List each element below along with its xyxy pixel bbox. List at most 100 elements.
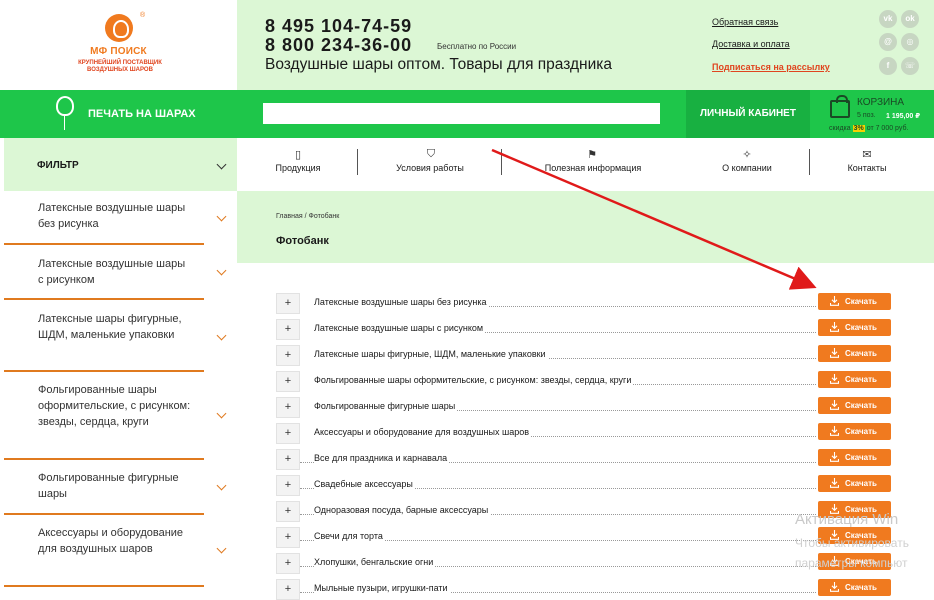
cart-discount: скидка 3% от 7 000 руб. xyxy=(829,125,909,132)
slogan: Воздушные шары оптом. Товары для праздни… xyxy=(265,56,613,73)
balloon-logo-icon xyxy=(105,14,133,42)
viber-icon[interactable]: ☏ xyxy=(901,57,919,75)
list-item[interactable]: + Все для праздника и карнавала Скачать xyxy=(276,449,892,473)
download-button[interactable]: Скачать xyxy=(818,293,891,310)
phone-moscow[interactable]: 8 495 104-74-59 xyxy=(265,16,412,37)
chevron-down-icon[interactable] xyxy=(216,480,227,491)
list-item-label[interactable]: Все для праздника и карнавала xyxy=(314,453,450,463)
site-header: ® МФ ПОИСК КРУПНЕЙШИЙ ПОСТАВЩИК ВОЗДУШНЫ… xyxy=(0,0,934,90)
print-on-balloons-label[interactable]: ПЕЧАТЬ НА ШАРАХ xyxy=(88,108,196,120)
list-item-label[interactable]: Свечи для торта xyxy=(314,531,385,541)
odnoklassniki-icon[interactable]: ok xyxy=(901,10,919,28)
list-item-label[interactable]: Хлопушки, бенгальские огни xyxy=(314,557,436,567)
shield-icon: ⛉ xyxy=(426,148,436,160)
expand-button[interactable]: + xyxy=(276,371,300,392)
menu-contacts[interactable]: Контакты xyxy=(842,163,892,173)
cart-sum: 1 195,00 ₽ xyxy=(886,113,921,120)
vk-icon[interactable]: vk xyxy=(879,10,897,28)
breadcrumb: Главная / Фотобанк xyxy=(276,213,340,220)
download-button[interactable]: Скачать xyxy=(818,423,891,440)
download-label: Скачать xyxy=(845,297,877,306)
list-item-label[interactable]: Латексные воздушные шары с рисунком xyxy=(314,323,486,333)
page-title: Фотобанк xyxy=(276,235,329,247)
chevron-down-icon[interactable] xyxy=(216,330,227,341)
facebook-icon[interactable]: f xyxy=(879,57,897,75)
breadcrumb-home[interactable]: Главная xyxy=(276,213,303,220)
list-item-label[interactable]: Фольгированные фигурные шары xyxy=(314,401,458,411)
download-button[interactable]: Скачать xyxy=(818,475,891,492)
expand-button[interactable]: + xyxy=(276,345,300,366)
expand-button[interactable]: + xyxy=(276,501,300,522)
download-button[interactable]: Скачать xyxy=(818,449,891,466)
expand-button[interactable]: + xyxy=(276,553,300,574)
envelope-icon: ✉ xyxy=(862,149,872,161)
list-item[interactable]: + Латексные воздушные шары с рисунком Скач… xyxy=(276,319,892,343)
download-icon xyxy=(830,348,839,358)
search-input[interactable] xyxy=(263,103,660,124)
download-icon xyxy=(830,582,839,592)
sidebar-item-label[interactable]: Латексные воздушные шары с рисунком xyxy=(38,256,193,288)
sidebar-item-label[interactable]: Аксессуары и оборудование для воздушных … xyxy=(38,525,193,557)
account-button[interactable]: ЛИЧНЫЙ КАБИНЕТ xyxy=(686,90,810,138)
filter-label[interactable]: ФИЛЬТР xyxy=(37,160,79,171)
expand-button[interactable]: + xyxy=(276,449,300,470)
menu-products[interactable]: Продукция xyxy=(272,163,324,173)
expand-button[interactable]: + xyxy=(276,397,300,418)
cart-title[interactable]: КОРЗИНА xyxy=(857,97,904,108)
sidebar-item-label[interactable]: Латексные шары фигурные, ШДМ, маленькие … xyxy=(38,311,193,343)
document-icon: ▯ xyxy=(294,149,302,161)
logo[interactable]: ® МФ ПОИСК КРУПНЕЙШИЙ ПОСТАВЩИК ВОЗДУШНЫ… xyxy=(0,0,237,90)
list-item[interactable]: + Латексные воздушные шары без рисунка Ска… xyxy=(276,293,892,317)
sidebar-item-label[interactable]: Фольгированные фигурные шары xyxy=(38,470,193,502)
breadcrumb-current: Фотобанк xyxy=(308,213,340,220)
expand-button[interactable]: + xyxy=(276,293,300,314)
list-item[interactable]: + Фольгированные шары оформительские, с р… xyxy=(276,371,892,395)
mail-icon[interactable]: @ xyxy=(879,33,897,51)
phone-free[interactable]: 8 800 234-36-00 xyxy=(265,35,412,56)
cart-count: 5 поз. xyxy=(857,112,876,119)
chevron-down-icon[interactable] xyxy=(216,211,227,222)
instagram-icon[interactable]: ◎ xyxy=(901,33,919,51)
delivery-link[interactable]: Доставка и оплата xyxy=(712,39,790,49)
menu-about[interactable]: О компании xyxy=(714,163,780,173)
list-item[interactable]: + Аксессуары и оборудование для воздушных… xyxy=(276,423,892,447)
phone-free-note: Бесплатно по России xyxy=(437,42,517,51)
activation-watermark-line: Чтобы активировать xyxy=(795,536,909,550)
list-item[interactable]: + Свадебные аксессуары Скачать xyxy=(276,475,892,499)
expand-button[interactable]: + xyxy=(276,319,300,340)
subscribe-link[interactable]: Подписаться на рассылку xyxy=(712,62,830,72)
download-button[interactable]: Скачать xyxy=(818,579,891,596)
list-item-label[interactable]: Мыльные пузыри, игрушки-пати xyxy=(314,583,450,593)
list-item[interactable]: + Мыльные пузыри, игрушки-пати Скачать xyxy=(276,579,892,600)
list-item-label[interactable]: Аксессуары и оборудование для воздушных … xyxy=(314,427,531,437)
logo-name: МФ ПОИСК xyxy=(90,46,147,57)
list-item[interactable]: + Латексные шары фигурные, ШДМ, маленькие… xyxy=(276,345,892,369)
list-item-label[interactable]: Латексные воздушные шары без рисунка xyxy=(314,297,489,307)
sidebar-item-label[interactable]: Фольгированные шары оформительские, с ри… xyxy=(38,382,193,430)
list-item-label[interactable]: Свадебные аксессуары xyxy=(314,479,415,489)
list-item[interactable]: + Фольгированные фигурные шары Скачать xyxy=(276,397,892,421)
download-label: Скачать xyxy=(845,583,877,592)
expand-button[interactable]: + xyxy=(276,475,300,496)
download-button[interactable]: Скачать xyxy=(818,371,891,388)
chevron-down-icon[interactable] xyxy=(216,408,227,419)
chevron-down-icon[interactable] xyxy=(216,543,227,554)
expand-button[interactable]: + xyxy=(276,423,300,444)
sidebar-item-label[interactable]: Латексные воздушные шары без рисунка xyxy=(38,200,193,232)
chevron-down-icon[interactable] xyxy=(216,265,227,276)
list-item-label[interactable]: Латексные шары фигурные, ШДМ, маленькие … xyxy=(314,349,548,359)
list-item-label[interactable]: Одноразовая посуда, барные аксессуары xyxy=(314,505,491,515)
menu-useful-info[interactable]: Полезная информация xyxy=(535,163,651,173)
download-icon xyxy=(830,296,839,306)
expand-button[interactable]: + xyxy=(276,579,300,600)
download-button[interactable]: Скачать xyxy=(818,319,891,336)
download-button[interactable]: Скачать xyxy=(818,397,891,414)
download-label: Скачать xyxy=(845,349,877,358)
expand-button[interactable]: + xyxy=(276,527,300,548)
smiley-balloon-icon xyxy=(56,96,74,116)
feedback-link[interactable]: Обратная связь xyxy=(712,17,778,27)
download-label: Скачать xyxy=(845,453,877,462)
download-button[interactable]: Скачать xyxy=(818,345,891,362)
list-item-label[interactable]: Фольгированные шары оформительские, с ри… xyxy=(314,375,634,385)
menu-terms[interactable]: Условия работы xyxy=(390,163,470,173)
